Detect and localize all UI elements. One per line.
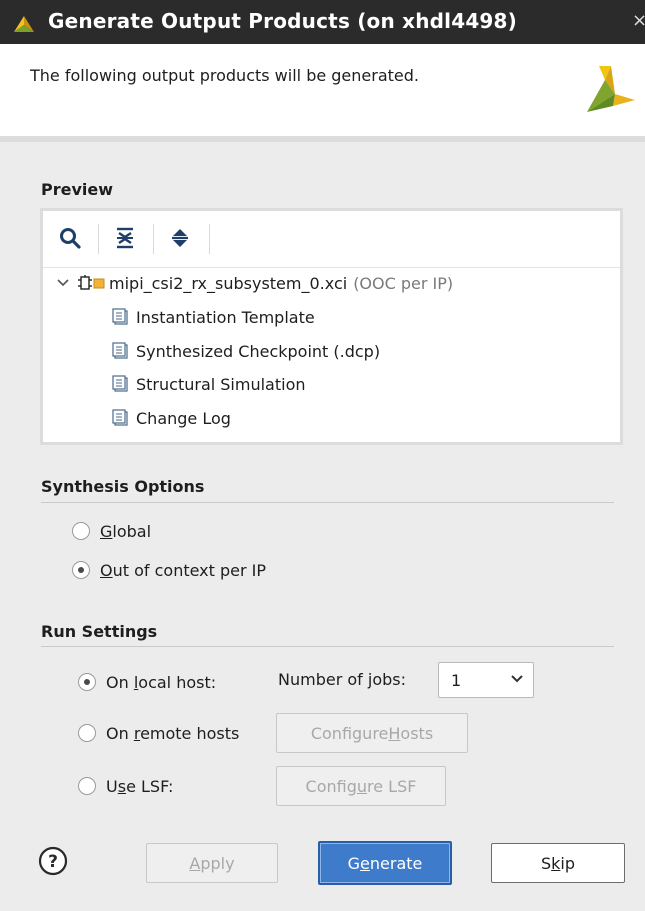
section-divider — [41, 646, 614, 647]
vivado-logo-icon — [14, 16, 34, 32]
header-separator — [0, 136, 645, 142]
generate-button[interactable]: Ge nerate — [318, 841, 452, 885]
header-message: The following output products will be ge… — [30, 66, 419, 85]
local-host-radio[interactable] — [78, 673, 96, 691]
search-icon — [60, 228, 81, 249]
remote-hosts-radio[interactable] — [78, 724, 96, 742]
window-title: Generate Output Products (on xhdl4498) — [48, 9, 518, 33]
preview-title: Preview — [41, 180, 114, 199]
configure-lsf-button[interactable]: Config u re LSF — [276, 766, 446, 806]
ip-core-icon — [77, 275, 105, 291]
run-settings-title: Run Settings — [41, 622, 158, 641]
section-divider — [41, 502, 614, 503]
ooc-radio[interactable] — [72, 561, 90, 579]
global-radio[interactable] — [72, 522, 90, 540]
lsf-radio[interactable] — [78, 777, 96, 795]
lsf-option[interactable]: Use LSF: — [78, 772, 173, 800]
close-icon[interactable]: × — [632, 10, 645, 31]
local-host-label: On local host: — [106, 672, 217, 692]
remote-hosts-option[interactable]: On remote hosts — [78, 719, 239, 747]
preview-toolbar — [43, 211, 620, 268]
skip-button[interactable]: Sk ip — [491, 843, 625, 883]
tree-row-root[interactable]: mipi_csi2_rx_subsystem_0.xci (OOC per IP… — [57, 268, 453, 298]
toolbar-separator — [98, 224, 99, 254]
expand-all-icon — [172, 229, 188, 247]
lsf-label: Use LSF: — [106, 776, 174, 796]
remote-hosts-label: On remote hosts — [106, 723, 240, 743]
global-option[interactable]: Global — [72, 517, 151, 545]
jobs-select[interactable]: 1 — [438, 662, 534, 698]
local-host-option[interactable]: On local host: — [78, 668, 216, 696]
chevron-down-icon — [509, 671, 525, 691]
collapse-all-icon — [117, 227, 133, 249]
expand-all-button[interactable] — [165, 223, 195, 253]
tree-row-child[interactable]: Change Log — [112, 403, 231, 433]
toolbar-separator — [153, 224, 154, 254]
synthesis-options-title: Synthesis Options — [41, 477, 205, 496]
document-icon — [112, 342, 132, 360]
collapse-all-button[interactable] — [110, 223, 140, 253]
tree-child-label: Change Log — [136, 408, 231, 428]
tree-row-child[interactable]: Synthesized Checkpoint (.dcp) — [112, 336, 380, 366]
apply-button[interactable]: Apply — [146, 843, 278, 883]
help-icon[interactable]: ? — [38, 846, 68, 876]
tree-root-label: mipi_csi2_rx_subsystem_0.xci — [109, 273, 348, 293]
window-titlebar: Generate Output Products (on xhdl4498) × — [0, 0, 645, 44]
tree-row-child[interactable]: Instantiation Template — [112, 302, 315, 332]
global-label: Global — [100, 521, 152, 541]
document-icon — [112, 308, 132, 326]
jobs-label: Number of jobs: — [278, 670, 406, 689]
ooc-option[interactable]: Out of context per IP — [72, 556, 266, 584]
toolbar-separator — [209, 224, 210, 254]
search-button[interactable] — [55, 223, 85, 253]
ooc-label: Out of context per IP — [100, 560, 267, 580]
configure-hosts-button[interactable]: Configure Hosts — [276, 713, 468, 753]
tree-child-label: Instantiation Template — [136, 307, 315, 327]
chevron-down-icon[interactable] — [57, 278, 71, 288]
dialog-header: The following output products will be ge… — [0, 44, 645, 136]
tree-root-suffix: (OOC per IP) — [353, 273, 454, 293]
tree-row-child[interactable]: Structural Simulation — [112, 369, 306, 399]
tree-child-label: Structural Simulation — [136, 374, 306, 394]
help-glyph: ? — [48, 852, 58, 872]
document-icon — [112, 375, 132, 393]
document-icon — [112, 409, 132, 427]
jobs-value: 1 — [451, 671, 462, 690]
tree-child-label: Synthesized Checkpoint (.dcp) — [136, 341, 381, 361]
vivado-logo-icon — [587, 66, 635, 112]
